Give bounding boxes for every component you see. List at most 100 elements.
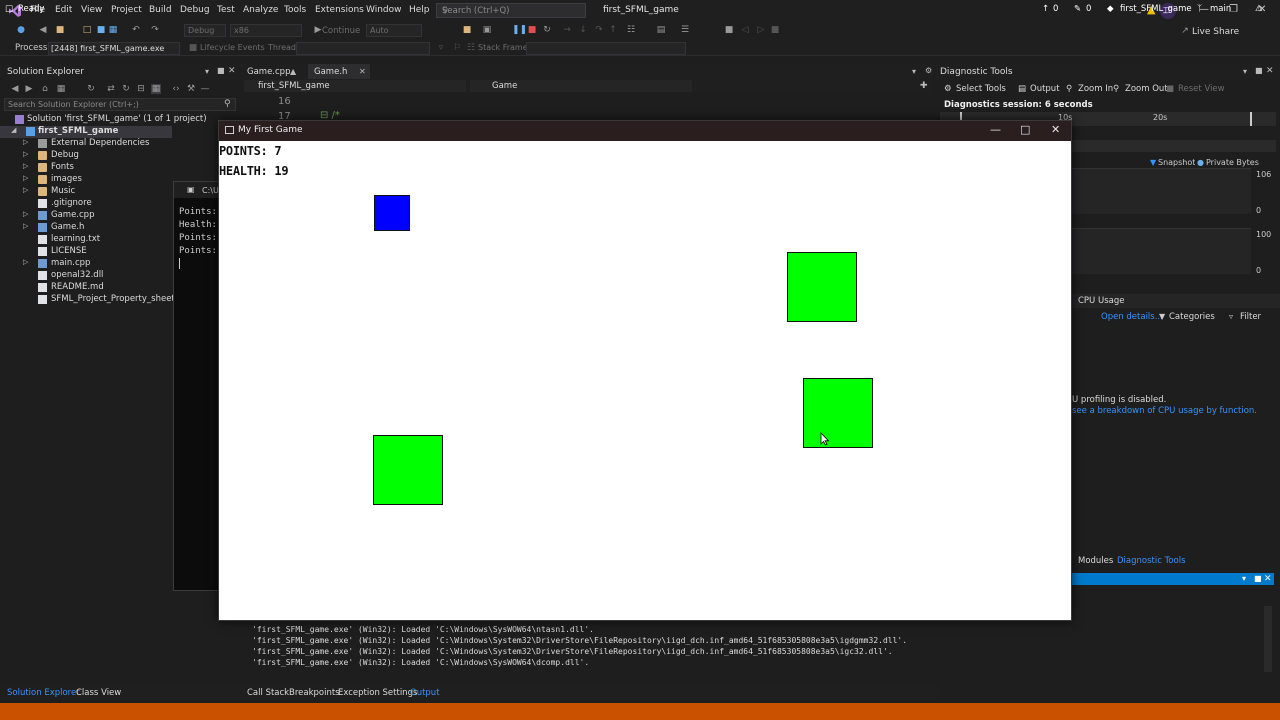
process-select[interactable]: [2448] first_SFML_game.exe (48, 42, 180, 55)
save-icon[interactable]: ■ (96, 25, 106, 35)
show-all-files-icon[interactable]: ▦ (151, 84, 161, 94)
timeline-marker-end[interactable] (1250, 112, 1252, 126)
back-icon[interactable]: ◀ (38, 25, 48, 35)
split-icon[interactable]: ✚ (920, 81, 928, 91)
screenshot-icon[interactable]: ▣ (482, 25, 492, 35)
menu-extensions[interactable]: Extensions (315, 5, 364, 15)
sync-icon[interactable]: ⇄ (106, 84, 116, 94)
enemy-green-square[interactable] (373, 435, 443, 505)
tab-cpu-usage[interactable]: CPU Usage (1072, 294, 1280, 308)
hot-reload-icon[interactable]: ■ (462, 25, 472, 35)
menu-edit[interactable]: Edit (55, 5, 72, 15)
expand-icon[interactable]: ▷ (23, 258, 28, 266)
home-icon[interactable]: ⌂ (40, 84, 50, 94)
maximize-icon[interactable]: □ (1020, 123, 1030, 136)
expand-icon[interactable]: ▷ (23, 222, 28, 230)
menu-project[interactable]: Project (111, 5, 142, 15)
refresh-icon[interactable]: ↻ (121, 84, 131, 94)
forward-nav-icon[interactable]: ▶ (24, 84, 34, 94)
live-share-button[interactable]: Live Share (1192, 27, 1239, 37)
tab-class-view[interactable]: Class View (76, 688, 121, 698)
pencil-icon[interactable]: ✎ (1074, 4, 1081, 14)
menu-help[interactable]: Help (409, 5, 430, 15)
bookmark-clear-icon[interactable]: ■ (770, 25, 780, 35)
pin-icon[interactable]: ■ (217, 66, 225, 75)
panel-close-icon[interactable]: ✕ (1266, 66, 1274, 76)
bookmark-prev-icon[interactable]: ◁ (740, 25, 750, 35)
view-code-icon[interactable]: ‹› (171, 84, 181, 94)
stack-frame-select[interactable] (526, 42, 686, 55)
menu-debug[interactable]: Debug (180, 5, 210, 15)
search-input[interactable]: Search (Ctrl+Q) ⚲ (436, 3, 586, 18)
tab-call-stack[interactable]: Call Stack (247, 688, 289, 698)
tab-close-icon[interactable]: ✕ (359, 67, 366, 76)
dropdown-icon[interactable]: ▾ (1243, 67, 1247, 76)
pin-icon[interactable]: ■ (1255, 66, 1263, 75)
tree-item[interactable]: ▷ Fonts (0, 162, 240, 174)
status-project[interactable]: first_SFML_game (1120, 4, 1192, 14)
enemy-blue-square[interactable] (374, 195, 410, 231)
output-button[interactable]: Output (1030, 84, 1060, 94)
switch-views-icon[interactable]: ▦ (56, 84, 66, 94)
project-scope-select[interactable]: first_SFML_game (244, 80, 466, 92)
step-into-icon[interactable]: ↓ (578, 25, 588, 35)
expand-icon[interactable]: ▷ (23, 162, 28, 170)
restart-icon[interactable]: ↻ (542, 25, 552, 35)
stop-icon[interactable]: ■ (527, 25, 537, 35)
tree-solution[interactable]: Solution 'first_SFML_game' (1 of 1 proje… (0, 114, 240, 126)
game-titlebar[interactable] (219, 121, 1071, 141)
back-nav-icon[interactable]: ◀ (10, 84, 20, 94)
cpu-graph[interactable] (1071, 228, 1251, 274)
push-count[interactable]: 0 (1053, 4, 1058, 14)
tree-item[interactable]: ▷ Debug (0, 150, 240, 162)
status-branch[interactable]: main (1210, 4, 1231, 14)
live-share-icon[interactable]: ↗ (1180, 26, 1190, 36)
flag-icon[interactable]: ⚐ (452, 43, 462, 53)
pin-icon[interactable]: ▲ (290, 67, 296, 76)
menu-view[interactable]: View (81, 5, 102, 15)
auto-select[interactable]: Auto (366, 24, 422, 37)
gear-icon[interactable]: ⚙ (925, 66, 932, 75)
dropdown-icon[interactable]: ▾ (1242, 574, 1246, 583)
tab-game-cpp[interactable]: Game.cpp (247, 67, 290, 77)
filter-icon[interactable]: ▿ (436, 43, 446, 53)
pending-changes-icon[interactable]: ↻ (86, 84, 96, 94)
menu-window[interactable]: Window (366, 5, 402, 15)
continue-button[interactable]: Continue (322, 26, 360, 36)
categories-dropdown[interactable]: Categories (1169, 312, 1215, 322)
tab-output[interactable]: Output (410, 688, 440, 698)
save-all-icon[interactable]: ▦ (108, 25, 118, 35)
tab-exception-settings[interactable]: Exception Settings (338, 688, 417, 698)
menu-analyze[interactable]: Analyze (243, 5, 278, 15)
properties-icon[interactable]: ⚒ (186, 84, 196, 94)
step-over-icon[interactable]: ↷ (594, 25, 604, 35)
memory-graph[interactable] (1071, 168, 1251, 214)
lifecycle-events-select[interactable]: Lifecycle Events (200, 43, 265, 52)
undo-icon[interactable]: ↶ (131, 25, 141, 35)
collapse-all-icon[interactable]: ⊟ (136, 84, 146, 94)
expand-icon[interactable]: ▷ (23, 174, 28, 182)
enemy-green-square[interactable] (803, 378, 873, 448)
select-tools-button[interactable]: Select Tools (956, 84, 1006, 94)
platform-select[interactable]: x86 (230, 24, 302, 37)
filter-dropdown[interactable]: Filter (1240, 312, 1261, 322)
close-icon[interactable]: ✕ (1051, 123, 1060, 136)
expanded-icon[interactable]: ◢ (11, 126, 16, 134)
open-folder-icon[interactable]: □ (82, 25, 92, 35)
step-out-icon[interactable]: ↑ (608, 25, 618, 35)
panel-close-icon[interactable]: ✕ (1264, 574, 1272, 584)
menu-test[interactable]: Test (217, 5, 235, 15)
redo-icon[interactable]: ↷ (150, 25, 160, 35)
tab-overflow-icon[interactable]: ▾ (912, 67, 916, 76)
minimize-icon[interactable]: — (990, 123, 1001, 136)
threads-icon[interactable]: ▤ (656, 25, 666, 35)
preview-icon[interactable]: — (200, 84, 210, 94)
game-window[interactable] (218, 120, 1072, 621)
branch-icon[interactable]: ᛉ (1197, 4, 1202, 14)
show-next-statement-icon[interactable]: → (562, 25, 572, 35)
solution-search-input[interactable]: Search Solution Explorer (Ctrl+;) (4, 98, 236, 111)
zoom-in-button[interactable]: Zoom In (1078, 84, 1113, 94)
configuration-select[interactable]: Debug (184, 24, 226, 37)
expand-icon[interactable]: ▷ (23, 210, 28, 218)
tree-item[interactable]: ▷ External Dependencies (0, 138, 240, 150)
